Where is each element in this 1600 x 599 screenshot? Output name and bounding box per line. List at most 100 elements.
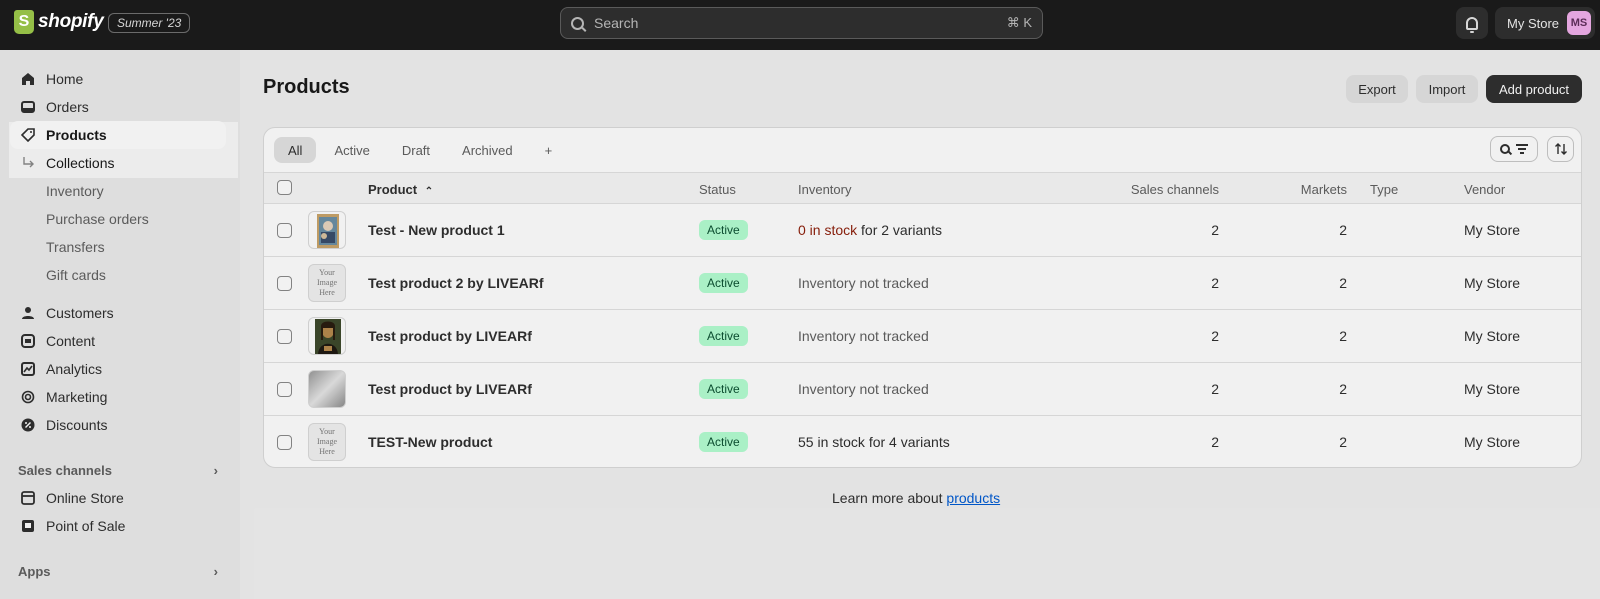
inventory-rest: Inventory not tracked <box>798 275 929 291</box>
product-thumbnail: Your Image Here <box>308 423 346 461</box>
sidebar-item-marketing[interactable]: Marketing <box>10 383 226 411</box>
sidebar-item-orders[interactable]: Orders <box>10 93 226 121</box>
product-name[interactable]: Test product by LIVEARf <box>368 328 532 344</box>
inventory-rest: Inventory not tracked <box>798 328 929 344</box>
search-icon <box>1500 144 1510 154</box>
tab-draft[interactable]: Draft <box>388 137 444 163</box>
search-bar[interactable]: ⌘ K <box>560 7 1043 39</box>
add-view-button[interactable]: + <box>531 137 567 163</box>
sub-arrow-icon <box>20 155 36 171</box>
inventory-text: Inventory not tracked <box>798 275 929 291</box>
search-input[interactable] <box>594 15 1007 31</box>
sales-channels-count: 2 <box>1211 275 1219 291</box>
sidebar-item-gift-cards[interactable]: Gift cards <box>10 261 226 289</box>
sidebar-item-label: Products <box>46 127 107 143</box>
tab-active[interactable]: Active <box>320 137 383 163</box>
sidebar: Home Orders Products Collections Invento… <box>0 50 240 599</box>
inventory-rest: 55 in stock for 4 variants <box>798 434 950 450</box>
table-row[interactable]: Test - New product 1 Active 0 in stock f… <box>264 204 1581 257</box>
column-product-label: Product <box>368 182 418 197</box>
vendor-name: My Store <box>1464 328 1521 344</box>
shopify-logo[interactable]: S shopify <box>14 10 104 34</box>
sidebar-item-home[interactable]: Home <box>10 65 226 93</box>
bell-icon <box>1466 16 1478 33</box>
markets-count: 2 <box>1339 434 1347 450</box>
product-thumbnail <box>308 211 346 249</box>
row-checkbox[interactable] <box>277 223 292 238</box>
vendor-name: My Store <box>1464 222 1521 238</box>
sidebar-item-inventory[interactable]: Inventory <box>10 177 226 205</box>
row-checkbox[interactable] <box>277 435 292 450</box>
product-name[interactable]: Test product by LIVEARf <box>368 381 532 397</box>
table-row[interactable]: Test product by LIVEARf Active Inventory… <box>264 363 1581 416</box>
markets-count: 2 <box>1339 381 1347 397</box>
sidebar-item-purchase-orders[interactable]: Purchase orders <box>10 205 226 233</box>
add-product-button[interactable]: Add product <box>1486 75 1582 103</box>
table-row[interactable]: Your Image Here TEST-New product Active … <box>264 416 1581 467</box>
vendor-name: My Store <box>1464 434 1521 450</box>
product-thumbnail: Your Image Here <box>308 264 346 302</box>
edition-badge[interactable]: Summer '23 <box>108 13 191 33</box>
products-help-link[interactable]: products <box>946 490 1000 506</box>
sidebar-item-transfers[interactable]: Transfers <box>10 233 226 261</box>
product-thumbnail <box>308 317 346 355</box>
apps-section[interactable]: Apps › <box>18 564 218 579</box>
sales-channels-section[interactable]: Sales channels › <box>18 463 218 478</box>
column-vendor: Vendor <box>1464 182 1506 197</box>
tab-archived[interactable]: Archived <box>448 137 527 163</box>
row-checkbox[interactable] <box>277 382 292 397</box>
vendor-name: My Store <box>1464 275 1521 291</box>
tab-all[interactable]: All <box>274 137 317 163</box>
sort-button[interactable] <box>1547 136 1574 162</box>
sales-channels-count: 2 <box>1211 434 1219 450</box>
person-icon <box>20 305 36 321</box>
sidebar-item-label: Orders <box>46 99 89 115</box>
row-checkbox[interactable] <box>277 276 292 291</box>
notifications-button[interactable] <box>1456 7 1488 39</box>
status-badge: Active <box>699 326 748 346</box>
column-product[interactable]: Product ⌃ <box>368 182 433 197</box>
column-sales-channels: Sales channels <box>1130 182 1219 197</box>
product-name[interactable]: Test - New product 1 <box>368 222 505 238</box>
import-button[interactable]: Import <box>1416 75 1478 103</box>
store-icon <box>20 490 36 506</box>
sidebar-item-analytics[interactable]: Analytics <box>10 355 226 383</box>
status-badge: Active <box>699 432 748 452</box>
filter-tabs: All Active Draft Archived + <box>274 137 566 163</box>
chevron-right-icon: › <box>213 463 218 478</box>
sort-icon <box>1554 143 1567 155</box>
sidebar-item-label: Point of Sale <box>46 518 126 534</box>
sidebar-item-content[interactable]: Content <box>10 327 226 355</box>
column-status: Status <box>699 182 736 197</box>
sidebar-item-label: Online Store <box>46 490 124 506</box>
markets-count: 2 <box>1339 275 1347 291</box>
sidebar-item-customers[interactable]: Customers <box>10 299 226 327</box>
sales-channels-count: 2 <box>1211 381 1219 397</box>
table-row[interactable]: Your Image Here Test product 2 by LIVEAR… <box>264 257 1581 310</box>
sidebar-item-label: Home <box>46 71 84 87</box>
placeholder-text: Your Image Here <box>317 268 337 297</box>
filter-icon <box>1516 144 1528 154</box>
export-button[interactable]: Export <box>1346 75 1408 103</box>
sidebar-item-discounts[interactable]: Discounts <box>10 411 226 439</box>
sidebar-item-label: Marketing <box>46 389 108 405</box>
discount-icon <box>20 417 36 433</box>
inbox-icon <box>20 99 36 115</box>
search-filter-button[interactable] <box>1490 136 1538 162</box>
table-row[interactable]: Test product by LIVEARf Active Inventory… <box>264 310 1581 363</box>
sidebar-item-online-store[interactable]: Online Store <box>10 484 226 512</box>
select-all-checkbox[interactable] <box>277 180 292 195</box>
sidebar-item-collections[interactable]: Collections <box>10 149 226 177</box>
content-icon <box>20 333 36 349</box>
store-menu-button[interactable]: My Store MS <box>1495 7 1595 39</box>
page-title: Products <box>263 76 350 98</box>
sidebar-item-point-of-sale[interactable]: Point of Sale <box>10 512 226 540</box>
sidebar-item-products[interactable]: Products <box>10 121 226 149</box>
product-name[interactable]: TEST-New product <box>368 434 492 450</box>
row-checkbox[interactable] <box>277 329 292 344</box>
sidebar-item-label: Discounts <box>46 417 108 433</box>
column-markets: Markets <box>1300 182 1347 197</box>
sales-channels-count: 2 <box>1211 222 1219 238</box>
product-name[interactable]: Test product 2 by LIVEARf <box>368 275 544 291</box>
learn-more: Learn more about products <box>832 490 1000 506</box>
